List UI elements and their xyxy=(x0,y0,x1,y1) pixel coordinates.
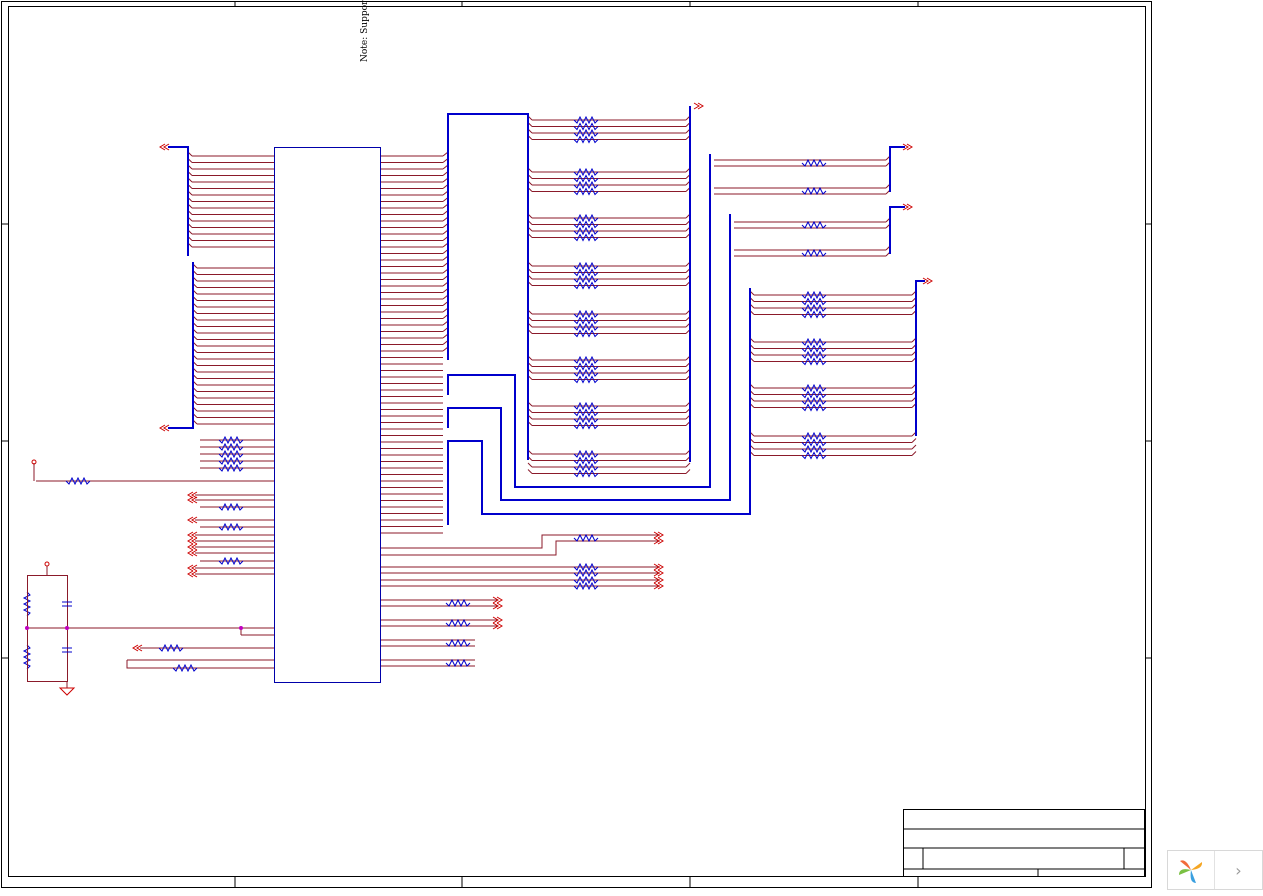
resistors xyxy=(22,115,827,673)
resistor xyxy=(801,220,827,230)
resistor xyxy=(445,618,471,628)
wire xyxy=(911,444,917,450)
ground-symbol xyxy=(58,687,76,696)
resistor xyxy=(573,533,599,543)
junction-dot xyxy=(65,626,69,630)
schematic-drawing xyxy=(1,1,1152,888)
bus xyxy=(915,280,925,436)
bus xyxy=(168,262,194,429)
resistor xyxy=(801,186,827,196)
resistor xyxy=(445,638,471,648)
schematic-sheet xyxy=(0,0,1263,892)
junction-dot xyxy=(239,626,243,630)
wire xyxy=(685,469,691,474)
resistor xyxy=(445,658,471,668)
junction-dot xyxy=(25,626,29,630)
resistor xyxy=(445,598,471,608)
wire xyxy=(911,451,917,456)
bus xyxy=(889,146,905,192)
resistor xyxy=(801,158,827,168)
port-arrow xyxy=(693,102,700,110)
next-page-button[interactable]: › xyxy=(1215,851,1262,889)
pinwheel-logo-icon xyxy=(1168,851,1215,889)
chevron-right-icon: › xyxy=(1235,860,1242,880)
viewer-nav: › xyxy=(1167,850,1263,890)
wire xyxy=(527,469,533,474)
bus xyxy=(168,146,189,256)
wires xyxy=(33,115,917,669)
support-note: Note: Support xyxy=(360,0,370,62)
wire xyxy=(527,462,533,468)
wire xyxy=(126,660,274,669)
bus xyxy=(889,206,905,254)
title-block xyxy=(903,809,1145,877)
resistor xyxy=(801,248,827,258)
ic-main xyxy=(274,147,381,683)
wire xyxy=(911,438,917,443)
wire xyxy=(685,462,691,468)
drawing-frame xyxy=(1,1,1152,888)
power-symbol xyxy=(44,561,50,567)
